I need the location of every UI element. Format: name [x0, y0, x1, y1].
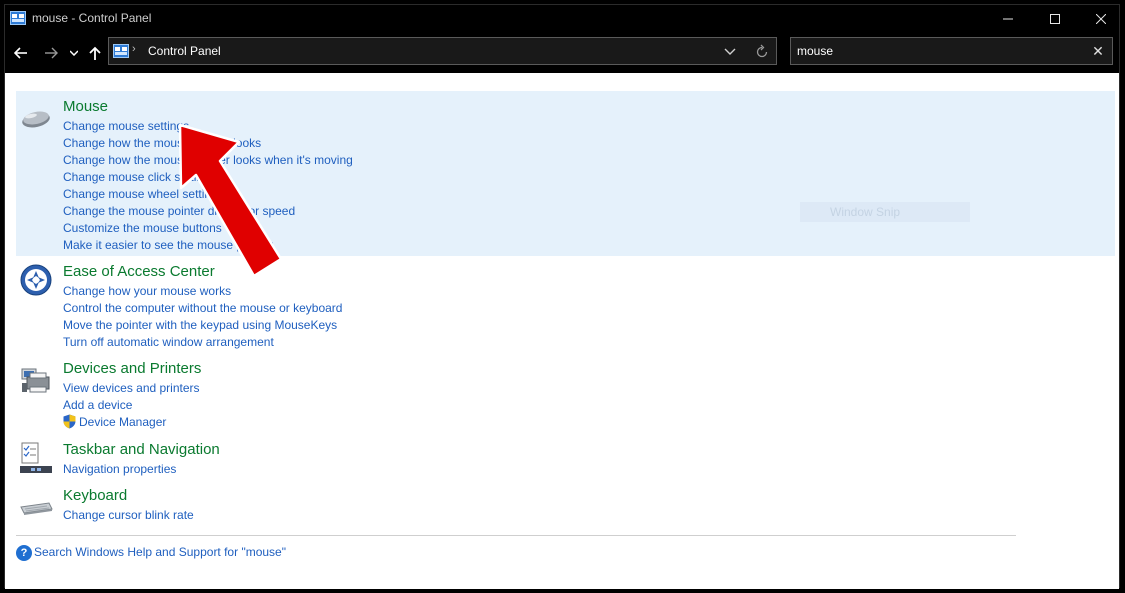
maximize-button[interactable] [1032, 5, 1078, 33]
back-arrow-icon [14, 47, 27, 59]
window-title: mouse - Control Panel [32, 11, 152, 25]
recent-locations-button[interactable] [68, 43, 80, 63]
address-bar[interactable]: › Control Panel [108, 37, 777, 65]
divider [16, 535, 1016, 536]
printer-icon [21, 368, 50, 393]
results-pane: Window Snip Mouse Change mouse settings … [5, 73, 1119, 589]
link-change-mouse-settings[interactable]: Change mouse settings [63, 119, 189, 133]
result-title-ease-of-access[interactable]: Ease of Access Center [63, 263, 215, 280]
title-bar: mouse - Control Panel [5, 5, 1119, 33]
breadcrumb[interactable]: Control Panel [148, 44, 221, 58]
close-button[interactable] [1078, 5, 1124, 33]
link-wheel-settings[interactable]: Change mouse wheel settings [63, 187, 224, 201]
chevron-down-icon [70, 50, 78, 56]
up-arrow-icon [89, 46, 101, 60]
minimize-button[interactable] [985, 5, 1031, 33]
shield-icon [63, 414, 76, 429]
link-how-mouse-works[interactable]: Change how your mouse works [63, 284, 231, 298]
control-panel-icon [113, 44, 129, 58]
result-title-keyboard[interactable]: Keyboard [63, 487, 127, 504]
control-panel-icon [10, 11, 26, 25]
link-cursor-blink-rate[interactable]: Change cursor blink rate [63, 508, 194, 522]
search-value[interactable]: mouse [797, 44, 833, 58]
link-without-mouse-keyboard[interactable]: Control the computer without the mouse o… [63, 301, 342, 315]
link-customize-buttons[interactable]: Customize the mouse buttons [63, 221, 222, 235]
breadcrumb-separator-icon[interactable]: › [132, 43, 136, 55]
result-title-devices-printers[interactable]: Devices and Printers [63, 360, 201, 377]
help-search-link[interactable]: Search Windows Help and Support for "mou… [34, 545, 286, 559]
link-navigation-properties[interactable]: Navigation properties [63, 462, 176, 476]
forward-arrow-icon [45, 47, 58, 59]
link-mousekeys[interactable]: Move the pointer with the keypad using M… [63, 318, 337, 332]
minimize-icon [1003, 18, 1013, 20]
clear-search-icon[interactable]: ✕ [1091, 44, 1105, 58]
ease-of-access-icon [20, 264, 52, 296]
control-panel-window: mouse - Control Panel › Control Panel mo… [4, 4, 1120, 589]
link-view-devices[interactable]: View devices and printers [63, 381, 200, 395]
result-title-mouse[interactable]: Mouse [63, 98, 108, 115]
mouse-icon [22, 111, 50, 128]
result-title-taskbar[interactable]: Taskbar and Navigation [63, 441, 220, 458]
back-button[interactable] [11, 43, 31, 63]
link-pointer-looks-moving[interactable]: Change how the mouse pointer looks when … [63, 153, 353, 167]
link-click-settings[interactable]: Change mouse click settings [63, 170, 216, 184]
help-icon: ? [16, 545, 32, 561]
faded-overlay-text: Window Snip [800, 202, 970, 222]
close-icon [1096, 14, 1106, 24]
link-pointer-looks[interactable]: Change how the mouse pointer looks [63, 136, 261, 150]
forward-button[interactable] [41, 43, 61, 63]
link-device-manager[interactable]: Device Manager [79, 415, 166, 429]
search-input[interactable]: mouse ✕ [790, 37, 1113, 65]
taskbar-icon [20, 442, 52, 473]
keyboard-icon [20, 502, 53, 515]
link-pointer-speed[interactable]: Change the mouse pointer display or spee… [63, 204, 295, 218]
chevron-down-icon[interactable] [723, 46, 737, 58]
up-button[interactable] [85, 43, 105, 63]
link-add-device[interactable]: Add a device [63, 398, 132, 412]
maximize-icon [1050, 14, 1060, 24]
refresh-icon[interactable] [754, 44, 770, 60]
navigation-bar: › Control Panel mouse ✕ [5, 33, 1119, 73]
link-easier-to-see-pointer[interactable]: Make it easier to see the mouse pointer [63, 238, 273, 252]
link-window-arrangement[interactable]: Turn off automatic window arrangement [63, 335, 274, 349]
